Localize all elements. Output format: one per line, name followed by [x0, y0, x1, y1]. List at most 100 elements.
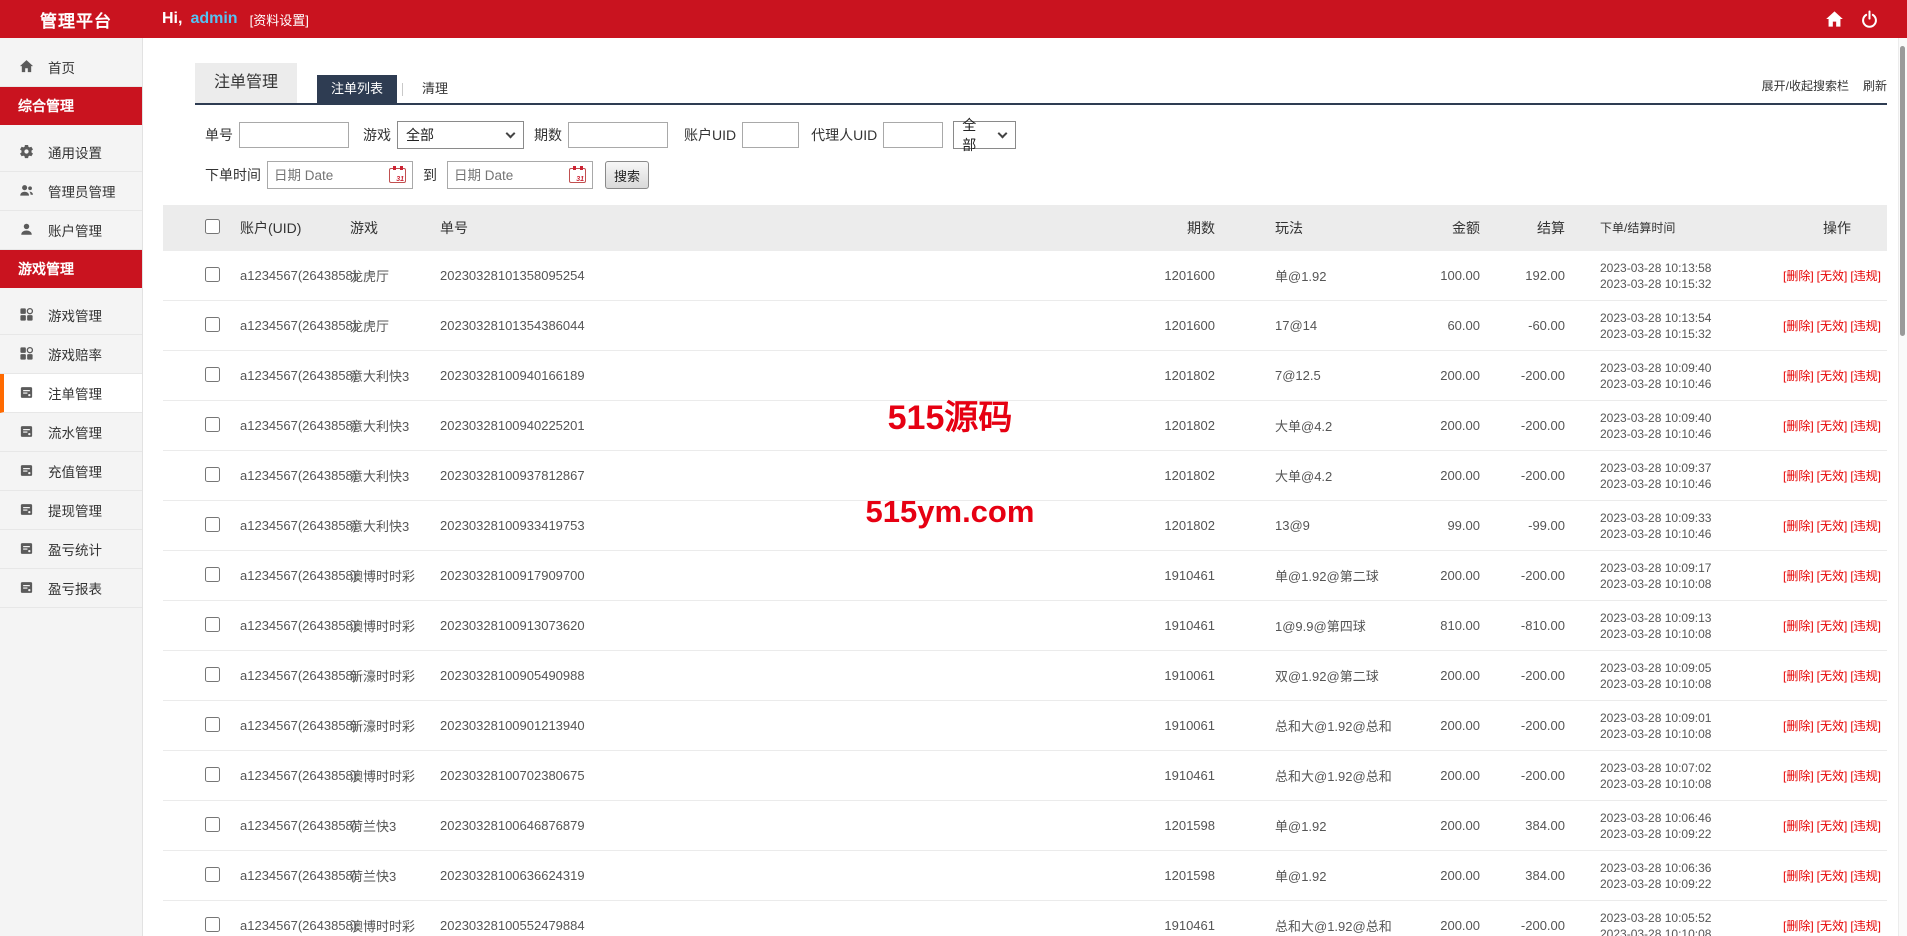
row-checkbox[interactable] — [205, 616, 220, 632]
agent-uid-input[interactable] — [883, 122, 944, 148]
action-invalid[interactable]: [无效] — [1817, 769, 1848, 783]
sidebar-section-1[interactable]: 综合管理 — [0, 87, 142, 125]
action-invalid[interactable]: [无效] — [1817, 319, 1848, 333]
action-invalid[interactable]: [无效] — [1817, 469, 1848, 483]
date-from-input[interactable] — [274, 167, 374, 183]
action-invalid[interactable]: [无效] — [1817, 819, 1848, 833]
tab-cleanup[interactable]: 清理 — [408, 75, 462, 103]
action-violation[interactable]: [违规] — [1850, 819, 1881, 833]
row-checkbox[interactable] — [205, 316, 220, 332]
account-uid-input[interactable] — [742, 122, 800, 148]
action-delete[interactable]: [删除] — [1783, 619, 1814, 633]
row-checkbox[interactable] — [205, 566, 220, 582]
row-checkbox[interactable] — [205, 716, 220, 732]
row-checkbox[interactable] — [205, 466, 220, 482]
row-checkbox[interactable] — [205, 366, 220, 382]
sidebar-item-4[interactable]: 账户管理 — [0, 211, 142, 250]
sidebar-item-9[interactable]: 流水管理 — [0, 413, 142, 452]
search-button[interactable]: 搜索 — [605, 161, 649, 189]
calendar-icon[interactable] — [389, 165, 406, 183]
action-violation[interactable]: [违规] — [1850, 519, 1881, 533]
game-select[interactable]: 全部 — [397, 121, 524, 149]
refresh-link[interactable]: 刷新 — [1863, 77, 1887, 94]
cell-amount: 200.00 — [1440, 718, 1480, 733]
row-checkbox[interactable] — [205, 866, 220, 882]
row-checkbox[interactable] — [205, 766, 220, 782]
action-invalid[interactable]: [无效] — [1817, 419, 1848, 433]
sidebar-item-0[interactable]: 首页 — [0, 48, 142, 87]
order-no-input[interactable] — [239, 122, 349, 148]
action-invalid[interactable]: [无效] — [1817, 669, 1848, 683]
action-delete[interactable]: [删除] — [1783, 419, 1814, 433]
cell-time: 2023-03-28 10:09:40 2023-03-28 10:10:46 — [1565, 360, 1750, 392]
sidebar-section-5[interactable]: 游戏管理 — [0, 250, 142, 288]
calendar-icon[interactable] — [569, 165, 586, 183]
action-violation[interactable]: [违规] — [1850, 569, 1881, 583]
row-checkbox[interactable] — [205, 516, 220, 532]
action-violation[interactable]: [违规] — [1850, 619, 1881, 633]
action-invalid[interactable]: [无效] — [1817, 719, 1848, 733]
date-to-input[interactable] — [454, 167, 554, 183]
profile-settings-link[interactable]: [资料设置] — [250, 10, 309, 29]
action-violation[interactable]: [违规] — [1850, 769, 1881, 783]
sidebar-item-6[interactable]: 游戏管理 — [0, 296, 142, 335]
sidebar-item-13[interactable]: 盈亏报表 — [0, 569, 142, 608]
sidebar-item-3[interactable]: 管理员管理 — [0, 172, 142, 211]
action-violation[interactable]: [违规] — [1850, 319, 1881, 333]
scrollbar-thumb[interactable] — [1900, 46, 1905, 336]
action-violation[interactable]: [违规] — [1850, 269, 1881, 283]
action-invalid[interactable]: [无效] — [1817, 269, 1848, 283]
action-delete[interactable]: [删除] — [1783, 719, 1814, 733]
action-delete[interactable]: [删除] — [1783, 369, 1814, 383]
action-delete[interactable]: [删除] — [1783, 669, 1814, 683]
cell-order-number: 20230328100901213940 — [440, 718, 585, 733]
row-checkbox[interactable] — [205, 266, 220, 282]
date-from-field[interactable] — [267, 161, 413, 189]
period-input[interactable] — [568, 122, 668, 148]
sidebar-item-8[interactable]: 注单管理 — [0, 374, 142, 413]
action-invalid[interactable]: [无效] — [1817, 619, 1848, 633]
action-invalid[interactable]: [无效] — [1817, 569, 1848, 583]
row-checkbox[interactable] — [205, 916, 220, 932]
action-delete[interactable]: [删除] — [1783, 319, 1814, 333]
cell-period: 1201598 — [1164, 868, 1215, 883]
action-delete[interactable]: [删除] — [1783, 519, 1814, 533]
action-violation[interactable]: [违规] — [1850, 419, 1881, 433]
select-all-checkbox[interactable] — [205, 219, 220, 234]
table-row: a1234567(2643858) 意大利快3 2023032810094022… — [163, 401, 1887, 451]
logout-power-icon[interactable] — [1860, 10, 1879, 29]
sidebar-item-7[interactable]: 游戏赔率 — [0, 335, 142, 374]
sidebar-item-12[interactable]: 盈亏统计 — [0, 530, 142, 569]
row-checkbox[interactable] — [205, 416, 220, 432]
vertical-scrollbar[interactable] — [1898, 38, 1907, 936]
sidebar-item-2[interactable]: 通用设置 — [0, 133, 142, 172]
action-delete[interactable]: [删除] — [1783, 869, 1814, 883]
page-title-tab[interactable]: 注单管理 — [195, 63, 298, 103]
home-icon[interactable] — [1825, 10, 1844, 29]
date-to-field[interactable] — [447, 161, 593, 189]
action-delete[interactable]: [删除] — [1783, 919, 1814, 933]
action-invalid[interactable]: [无效] — [1817, 519, 1848, 533]
action-invalid[interactable]: [无效] — [1817, 919, 1848, 933]
action-delete[interactable]: [删除] — [1783, 569, 1814, 583]
toggle-search-link[interactable]: 展开/收起搜索栏 — [1762, 77, 1849, 94]
action-violation[interactable]: [违规] — [1850, 469, 1881, 483]
action-delete[interactable]: [删除] — [1783, 819, 1814, 833]
action-invalid[interactable]: [无效] — [1817, 869, 1848, 883]
status-select[interactable]: 全部 — [953, 117, 1017, 153]
action-violation[interactable]: [违规] — [1850, 869, 1881, 883]
action-violation[interactable]: [违规] — [1850, 369, 1881, 383]
action-delete[interactable]: [删除] — [1783, 769, 1814, 783]
cell-play: 单@1.92 — [1275, 819, 1327, 834]
action-violation[interactable]: [违规] — [1850, 719, 1881, 733]
sidebar-item-10[interactable]: 充值管理 — [0, 452, 142, 491]
action-delete[interactable]: [删除] — [1783, 469, 1814, 483]
action-violation[interactable]: [违规] — [1850, 919, 1881, 933]
row-checkbox[interactable] — [205, 816, 220, 832]
tab-order-list[interactable]: 注单列表 — [317, 75, 398, 103]
row-checkbox[interactable] — [205, 666, 220, 682]
sidebar-item-11[interactable]: 提现管理 — [0, 491, 142, 530]
action-delete[interactable]: [删除] — [1783, 269, 1814, 283]
action-violation[interactable]: [违规] — [1850, 669, 1881, 683]
action-invalid[interactable]: [无效] — [1817, 369, 1848, 383]
